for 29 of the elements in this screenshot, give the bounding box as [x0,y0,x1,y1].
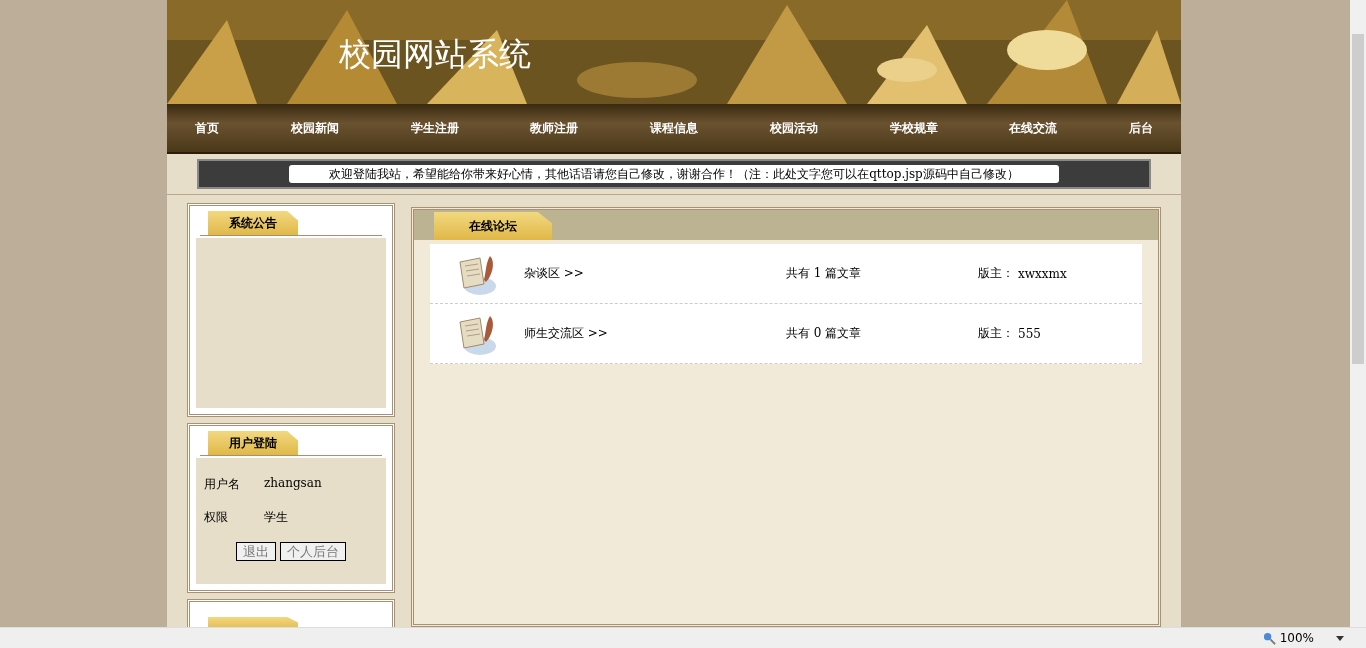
nav-link[interactable]: 首页 [195,119,219,137]
nav-link[interactable]: 在线交流 [1009,119,1058,137]
nav-link[interactable]: 校园活动 [769,119,818,137]
field-value: 学生 [264,509,288,526]
field-label: 用户名 [204,476,241,493]
zoom-level[interactable]: 100% [1279,631,1314,645]
panel-title: 系统公告 [208,211,298,235]
marquee-text: 欢迎登陆我站，希望能给你带来好心情，其他话语请您自己修改，谢谢合作！（注：此处文字您可以在qttop.jsp源码中自己修改） [289,165,1059,183]
nav-link[interactable]: 校园新闻 [290,119,339,137]
moderator-name: 555 [1018,326,1041,341]
panel-title: 在线论坛 [434,212,552,240]
post-count: 共有 1 篇文章 [786,265,863,282]
moderator-label: 版主： [978,265,1014,282]
moderator-name: xwxxmx [1018,266,1067,281]
board-link[interactable]: 杂谈区 >> [524,265,786,282]
panel-button[interactable]: 个人后台 [280,542,346,561]
nav-link[interactable]: 学校规章 [889,119,938,137]
post-count: 共有 0 篇文章 [786,325,863,342]
nav-link[interactable]: 课程信息 [650,119,698,137]
panel-title: 用户登陆 [208,431,298,455]
field-value: zhangsan [264,476,322,492]
nav-link[interactable]: 学生注册 [410,119,459,137]
site-title: 校园网站系统 [339,34,531,75]
field-label: 权限 [204,509,229,526]
board-link[interactable]: 师生交流区 >> [524,325,786,342]
moderator-label: 版主： [978,325,1014,342]
nav-link[interactable]: 后台 [1129,119,1153,137]
nav-link[interactable]: 教师注册 [530,119,579,137]
panel-button[interactable]: 退出 [236,542,276,561]
